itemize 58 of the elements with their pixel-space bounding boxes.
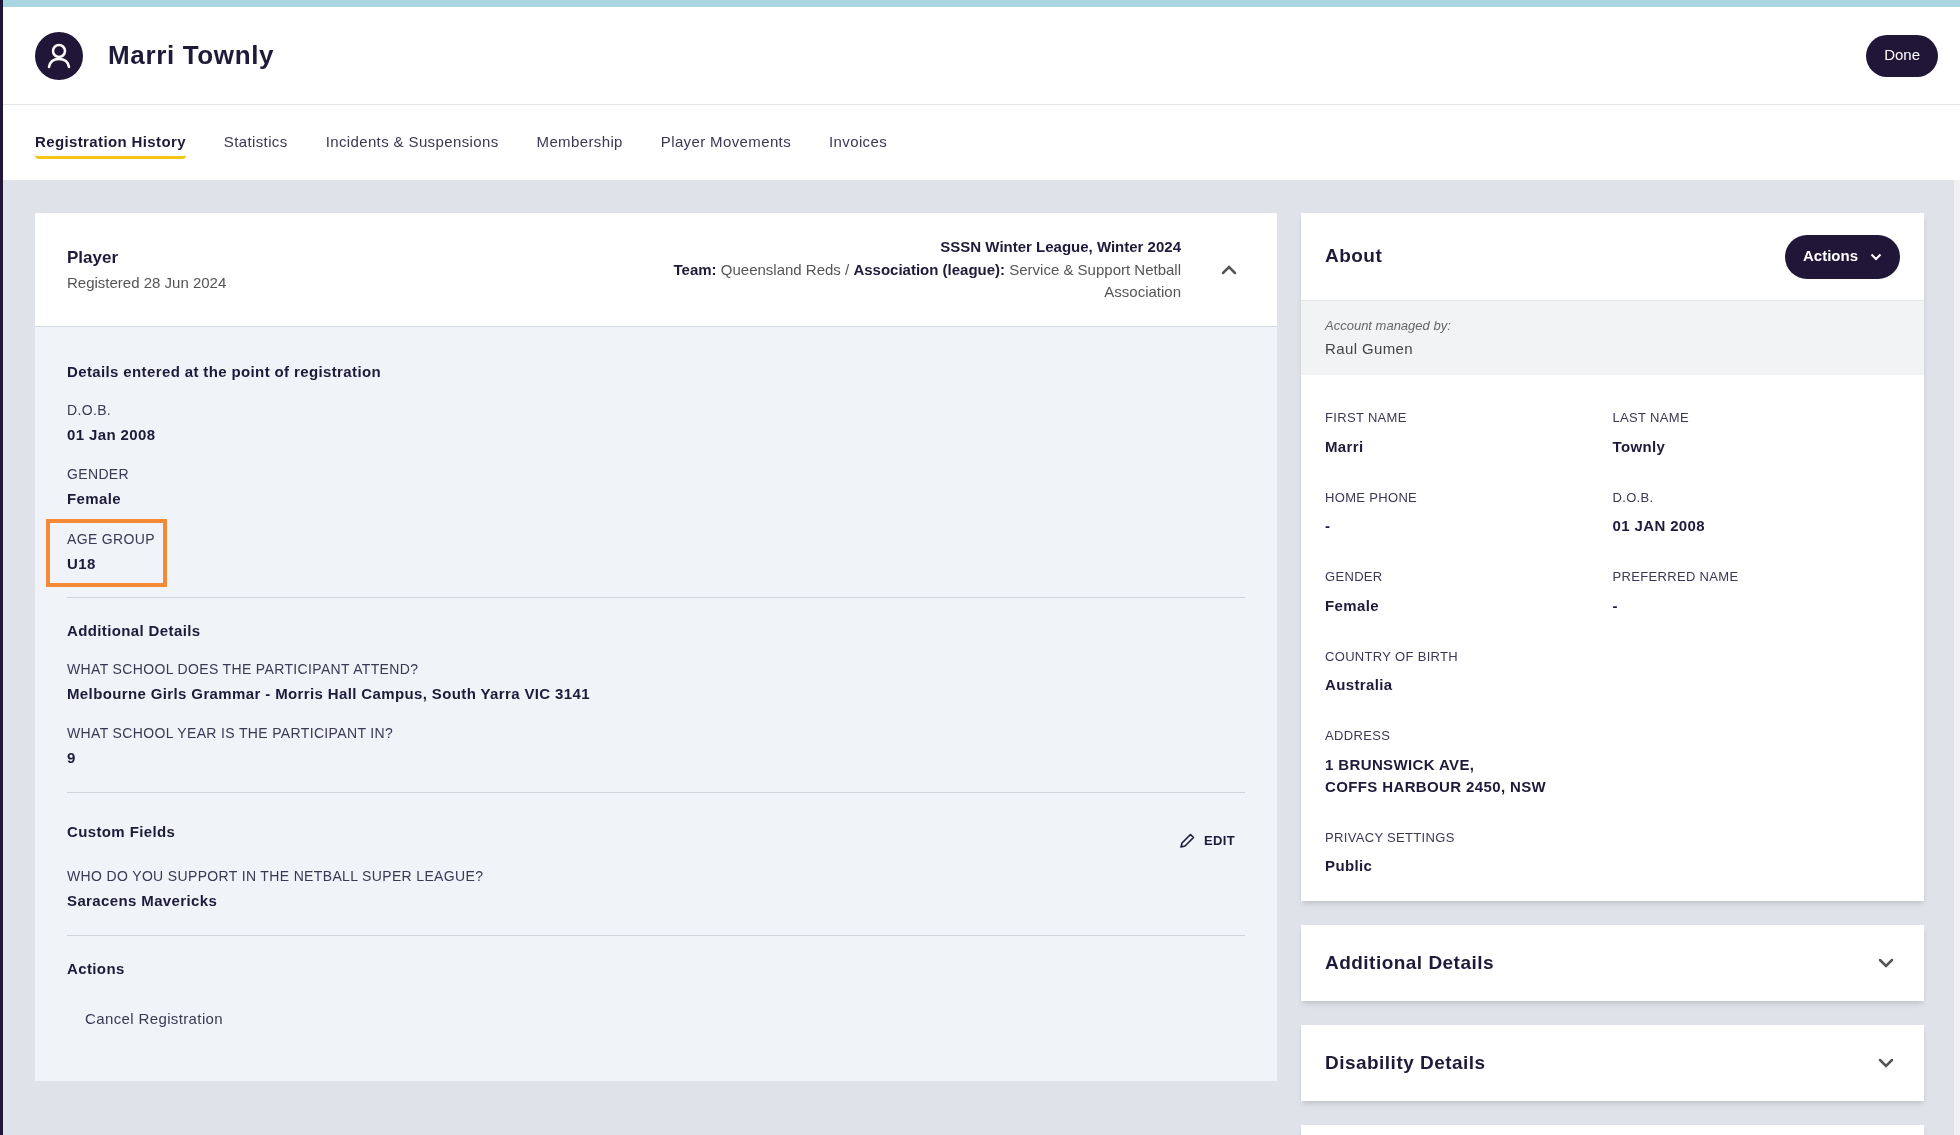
field-value: Marri [1325, 436, 1365, 457]
field-value: 01 Jan 2008 [67, 424, 156, 445]
user-avatar-icon [35, 31, 83, 80]
field-value: 1 BRUNSWICK AVE, COFFS HARBOUR 2450, NSW [1325, 754, 1548, 797]
field-label: WHAT SCHOOL DOES THE PARTICIPANT ATTEND? [67, 659, 420, 679]
field-label: D.O.B. [1612, 488, 1655, 507]
player-name-title: Marri Townly [108, 39, 275, 72]
section-heading: Actions [67, 958, 125, 979]
section-heading: Custom Fields [67, 822, 176, 842]
field-label: LAST NAME [1612, 409, 1690, 427]
tab[interactable]: Membership [536, 131, 623, 159]
registration-date: Registered 28 Jun 2024 [67, 273, 227, 293]
team-association-text: Team: Queensland Reds / Association (league): Service & Support Netball Association [672, 259, 1181, 302]
field-label: WHO DO YOU SUPPORT IN THE NETBALL SUPER LEAGUE? [67, 867, 484, 886]
collapsible-panel-header[interactable]: Additional Details [1301, 925, 1924, 1001]
field-label: ADDRESS [1325, 727, 1392, 745]
pencil-icon [1179, 831, 1197, 849]
chevron-down-icon [1870, 252, 1882, 261]
field-value: - [1325, 516, 1332, 536]
field-value: Saracens Mavericks [67, 891, 219, 911]
competition-name: SSSN Winter League, Winter 2024 [940, 237, 1181, 258]
about-title: About [1325, 244, 1383, 269]
tab[interactable]: Player Movements [660, 131, 792, 159]
tab[interactable]: Incidents & Suspensions [325, 131, 499, 159]
field-label: GENDER [1325, 568, 1384, 586]
tab[interactable]: Statistics [223, 131, 288, 159]
field-label: PREFERRED NAME [1612, 568, 1740, 586]
field-value: - [1612, 595, 1619, 616]
tab[interactable]: Invoices [829, 131, 888, 159]
registration-title: Player [67, 246, 120, 269]
field-value: U18 [67, 553, 97, 574]
field-label: D.O.B. [67, 400, 113, 420]
collapsible-panel-header[interactable]: Disability Details [1301, 1025, 1924, 1101]
collapse-chevron-icon[interactable] [1221, 264, 1237, 275]
field-value: Female [67, 489, 122, 509]
section-heading: Additional Details [67, 621, 201, 641]
edit-button[interactable]: EDIT [1179, 830, 1235, 850]
account-managed-label: Account managed by: [1325, 317, 1452, 335]
actions-button[interactable]: Actions [1785, 234, 1900, 279]
field-label: FIRST NAME [1325, 409, 1408, 427]
field-label: HOME PHONE [1325, 488, 1419, 507]
field-value: Public [1325, 856, 1374, 876]
cancel-registration-link[interactable]: Cancel Registration [85, 1008, 224, 1031]
field-value: Melbourne Girls Grammar - Morris Hall Campus, South Yarra VIC 3141 [67, 683, 590, 704]
tab[interactable]: Registration History [35, 131, 186, 159]
field-value: 01 JAN 2008 [1612, 516, 1707, 536]
field-label: AGE GROUP [67, 529, 155, 549]
field-value: Townly [1612, 436, 1667, 457]
section-heading: Details entered at the point of registration [67, 362, 382, 382]
field-value: Female [1325, 595, 1380, 616]
field-label: WHAT SCHOOL YEAR IS THE PARTICIPANT IN? [67, 724, 394, 743]
field-label: GENDER [67, 465, 129, 484]
account-manager-name: Raul Gumen [1325, 338, 1414, 359]
field-label: COUNTRY OF BIRTH [1325, 647, 1460, 666]
done-button[interactable]: Done [1866, 34, 1938, 77]
field-value: 9 [67, 748, 77, 768]
field-value: Australia [1325, 675, 1394, 695]
field-label: PRIVACY SETTINGS [1325, 828, 1456, 847]
